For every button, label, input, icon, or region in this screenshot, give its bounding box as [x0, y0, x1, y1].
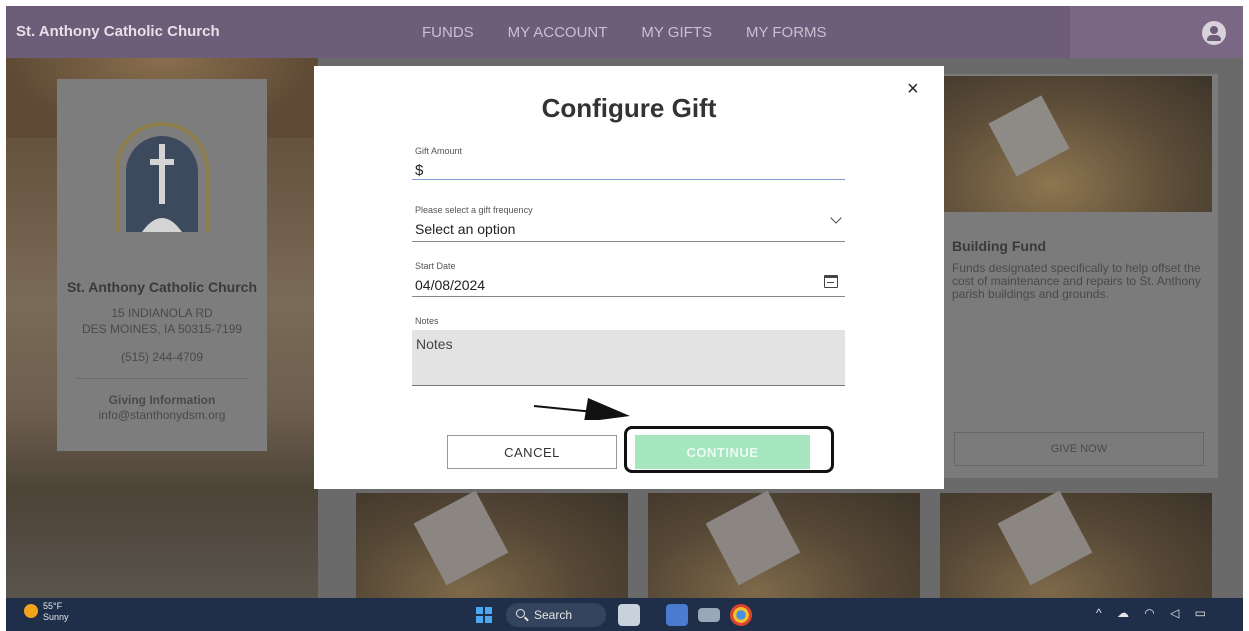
- fund-photo: [944, 76, 1212, 212]
- church-info-card: St. Anthony Catholic Church 15 INDIANOLA…: [57, 79, 267, 451]
- church-address-line2: DES MOINES, IA 50315-7199: [81, 322, 243, 336]
- configure-gift-dialog: × Configure Gift Gift Amount $ Please se…: [314, 66, 944, 489]
- screen: St. Anthony Catholic Church FUNDS MY ACC…: [6, 6, 1243, 631]
- taskbar-search-label: Search: [534, 608, 573, 622]
- main-nav: FUNDS MY ACCOUNT MY GIFTS MY FORMS: [422, 24, 827, 41]
- annotation-highlight-box: [624, 426, 834, 473]
- gift-amount-label: Gift Amount: [415, 146, 463, 156]
- notes-placeholder: Notes: [416, 336, 453, 352]
- chrome-icon[interactable]: [730, 604, 752, 626]
- frequency-select[interactable]: Select an option: [415, 221, 515, 237]
- start-date-underline: [412, 296, 845, 297]
- widget-app-icon[interactable]: [618, 604, 640, 626]
- store-app-icon[interactable]: [666, 604, 688, 626]
- system-tray[interactable]: ^ ☁ ◠ ◁ ▭: [1096, 606, 1212, 620]
- give-now-button[interactable]: GIVE NOW: [954, 432, 1204, 466]
- weather-condition: Sunny: [43, 612, 69, 622]
- start-date-input[interactable]: 04/08/2024: [415, 277, 485, 293]
- windows-start-icon[interactable]: [476, 607, 492, 623]
- brand-title[interactable]: St. Anthony Catholic Church: [16, 23, 220, 40]
- dialog-title: Configure Gift: [541, 93, 717, 123]
- taskbar-search[interactable]: Search: [506, 603, 606, 627]
- weather-sun-icon[interactable]: [24, 604, 38, 618]
- frequency-label: Please select a gift frequency: [415, 205, 533, 215]
- church-address-line1: 15 INDIANOLA RD: [111, 306, 213, 320]
- church-name: St. Anthony Catholic Church: [66, 279, 258, 295]
- notes-textarea[interactable]: Notes: [412, 330, 845, 386]
- fund-description: Funds designated specifically to help of…: [952, 261, 1201, 301]
- weather-widget[interactable]: 55°F Sunny: [43, 601, 69, 623]
- gift-amount-underline: [412, 179, 845, 180]
- fund-tile-photo[interactable]: [356, 490, 628, 603]
- divider: [75, 378, 249, 379]
- search-icon: [516, 609, 525, 618]
- fund-title: Building Fund: [952, 238, 1047, 254]
- church-logo-icon: [115, 122, 209, 232]
- nav-my-forms[interactable]: MY FORMS: [746, 24, 827, 41]
- fund-tile-photo[interactable]: [648, 490, 920, 603]
- frequency-underline: [412, 241, 845, 242]
- annotation-arrow-icon: [533, 398, 630, 420]
- file-explorer-icon[interactable]: [698, 608, 720, 622]
- gift-amount-input[interactable]: $: [415, 162, 423, 179]
- giving-info-email[interactable]: info@stanthonydsm.org: [57, 408, 267, 422]
- account-avatar-icon[interactable]: [1202, 21, 1226, 45]
- start-date-label: Start Date: [415, 261, 456, 271]
- chevron-down-icon[interactable]: [830, 212, 842, 224]
- cancel-button[interactable]: CANCEL: [447, 435, 617, 469]
- nav-my-account[interactable]: MY ACCOUNT: [508, 24, 608, 41]
- fund-card: Building Fund Funds designated specifica…: [938, 74, 1218, 478]
- giving-info-title: Giving Information: [108, 393, 216, 407]
- app-bar: St. Anthony Catholic Church FUNDS MY ACC…: [6, 6, 1243, 58]
- nav-funds[interactable]: FUNDS: [422, 24, 474, 41]
- notes-label: Notes: [415, 316, 439, 326]
- fund-tile-photo[interactable]: [940, 490, 1212, 603]
- nav-my-gifts[interactable]: MY GIFTS: [641, 24, 712, 41]
- calendar-icon[interactable]: [824, 275, 838, 288]
- church-phone: (515) 244-4709: [120, 350, 204, 364]
- weather-temp: 55°F: [43, 601, 63, 611]
- taskbar: 55°F Sunny Search ^ ☁ ◠ ◁ ▭: [6, 598, 1243, 631]
